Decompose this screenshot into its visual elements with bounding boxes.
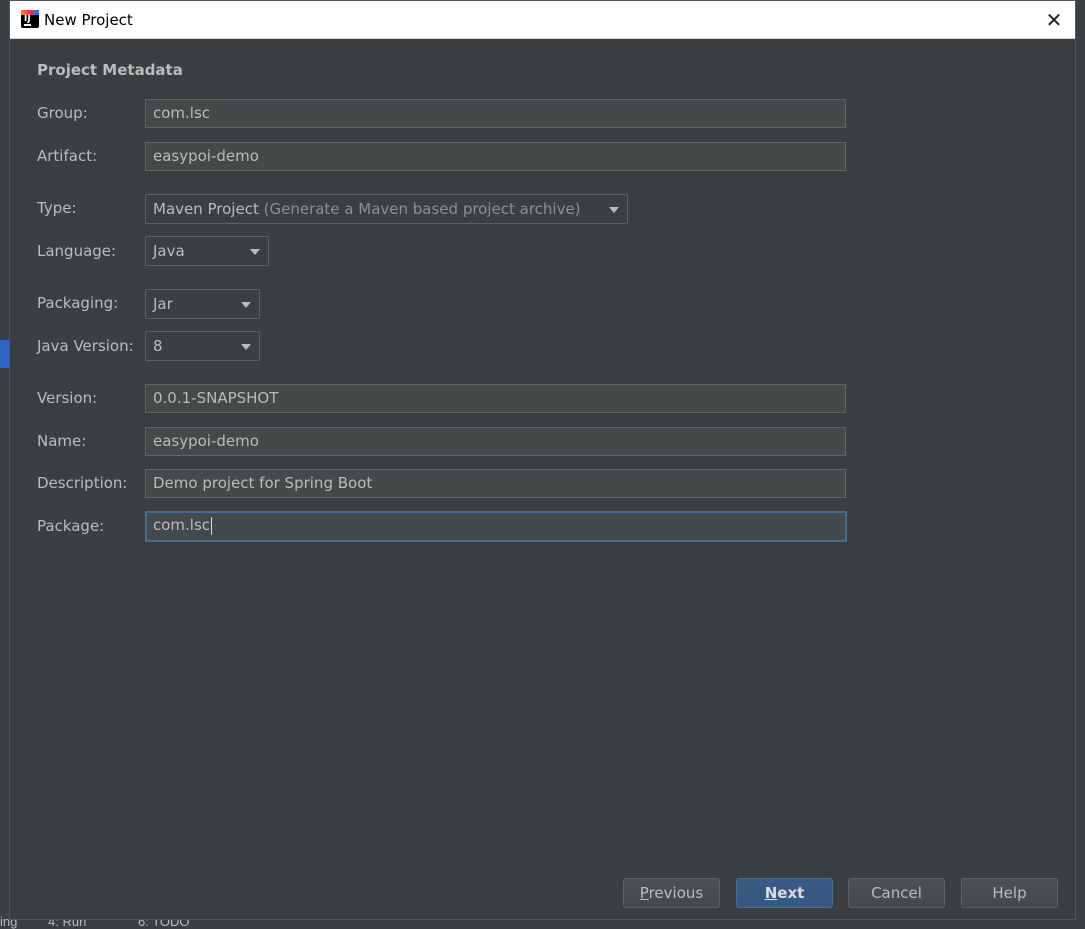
package-field[interactable]: com.lsc: [145, 511, 847, 542]
chevron-down-icon: [241, 344, 251, 350]
previous-button[interactable]: Previous: [623, 878, 720, 908]
packaging-value: Jar: [153, 295, 173, 313]
description-label: Description:: [37, 474, 128, 492]
artifact-label: Artifact:: [37, 147, 98, 165]
ide-background-right: [1076, 0, 1085, 929]
chevron-down-icon: [250, 249, 260, 255]
ide-background-left: [0, 0, 9, 929]
type-hint: (Generate a Maven based project archive): [263, 200, 581, 218]
close-icon[interactable]: ✕: [1039, 5, 1069, 35]
ide-selection-highlight: [0, 340, 9, 368]
group-label: Group:: [37, 104, 88, 122]
dialog-title: New Project: [44, 11, 133, 29]
type-value: Maven Project: [153, 200, 259, 218]
intellij-idea-icon: IJ: [21, 10, 39, 28]
version-label: Version:: [37, 389, 98, 407]
java-version-label: Java Version:: [37, 337, 134, 355]
name-field[interactable]: easypoi-demo: [145, 427, 846, 456]
language-label: Language:: [37, 242, 117, 260]
dialog-titlebar: IJ New Project ✕: [10, 1, 1075, 39]
text-caret: [211, 516, 213, 535]
package-value: com.lsc: [153, 516, 211, 534]
package-label: Package:: [37, 517, 105, 535]
packaging-label: Packaging:: [37, 294, 119, 312]
cancel-button[interactable]: Cancel: [848, 878, 945, 908]
section-title: Project Metadata: [37, 61, 183, 79]
description-field[interactable]: Demo project for Spring Boot: [145, 469, 846, 498]
artifact-field[interactable]: easypoi-demo: [145, 142, 846, 171]
chevron-down-icon: [241, 302, 251, 308]
language-value: Java: [153, 242, 185, 260]
chevron-down-icon: [609, 207, 619, 213]
new-project-dialog: IJ New Project ✕ Project Metadata Group:…: [9, 0, 1076, 920]
language-dropdown[interactable]: Java: [145, 236, 269, 266]
group-field[interactable]: com.lsc: [145, 99, 846, 128]
next-button[interactable]: Next: [736, 878, 833, 908]
version-field[interactable]: 0.0.1-SNAPSHOT: [145, 384, 846, 413]
java-version-dropdown[interactable]: 8: [145, 331, 260, 361]
java-version-value: 8: [153, 337, 163, 355]
packaging-dropdown[interactable]: Jar: [145, 289, 260, 319]
name-label: Name:: [37, 432, 87, 450]
type-dropdown[interactable]: Maven Project (Generate a Maven based pr…: [145, 194, 628, 224]
type-label: Type:: [37, 199, 77, 217]
help-button[interactable]: Help: [961, 878, 1058, 908]
